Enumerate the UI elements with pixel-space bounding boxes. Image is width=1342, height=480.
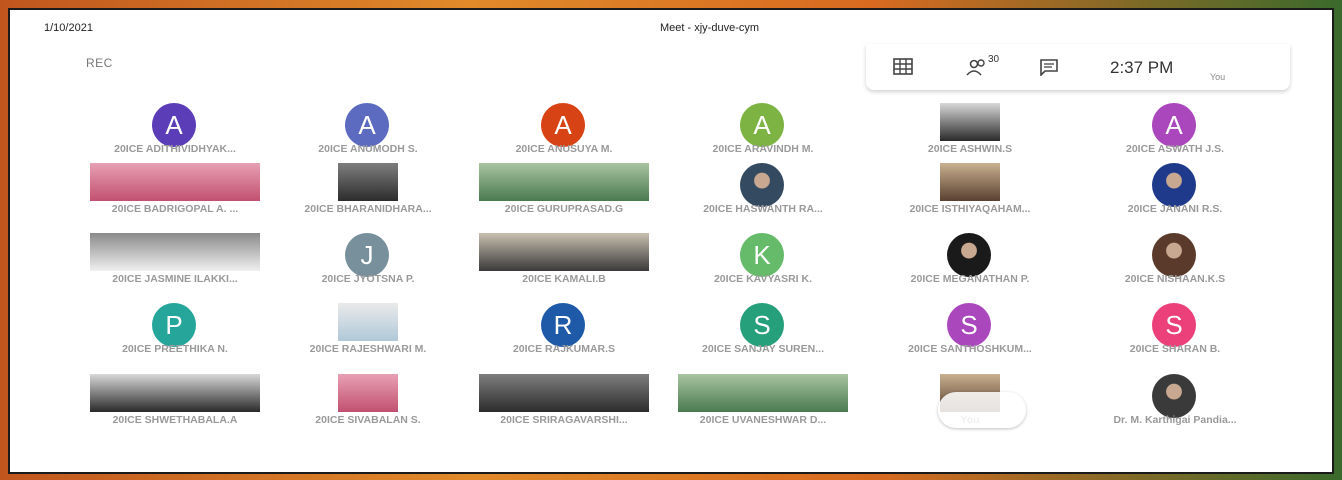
participant-avatar: S — [740, 303, 784, 347]
participant-name: 20ICE ISTHIYAQAHAM... — [909, 203, 1031, 215]
participant-tile[interactable]: J 20ICE JYOTSNA P. — [270, 233, 466, 303]
participant-name: 20ICE JASMINE ILAKKI... — [112, 273, 238, 285]
participant-name: 20ICE JANANI R.S. — [1127, 203, 1223, 215]
participant-name: 20ICE SRIRAGAVARSHI... — [500, 414, 628, 426]
participant-avatar: R — [541, 303, 585, 347]
participant-avatar: A — [541, 103, 585, 147]
chat-icon[interactable] — [1038, 58, 1060, 77]
participant-tile[interactable]: 20ICE GURUPRASAD.G — [466, 163, 662, 233]
participant-tile[interactable]: 20ICE SIVABALAN S. — [270, 374, 466, 444]
people-icon[interactable] — [966, 58, 988, 76]
participant-tile[interactable]: 20ICE NISHAAN.K.S — [1077, 233, 1273, 303]
participant-name: 20ICE ASHWIN.S — [927, 143, 1013, 155]
participant-tile[interactable]: R 20ICE RAJKUMAR.S — [466, 303, 662, 373]
participant-tile[interactable]: P 20ICE PREETHIKA N. — [77, 303, 273, 373]
participant-name: 20ICE SHWETHABALA.A — [112, 414, 238, 426]
participant-tile[interactable]: 20ICE BHARANIDHARA... — [270, 163, 466, 233]
self-label: You — [1210, 72, 1226, 82]
participant-video — [90, 163, 260, 201]
participant-avatar: J — [345, 233, 389, 277]
participant-tile[interactable]: 20ICE UVANESHWAR D... — [665, 374, 861, 444]
participant-tile[interactable]: 20ICE RAJESHWARI M. — [270, 303, 466, 373]
participant-tile[interactable]: 20ICE JANANI R.S. — [1077, 163, 1273, 233]
participant-video — [338, 303, 398, 341]
participant-avatar: K — [740, 233, 784, 277]
participant-avatar: S — [1152, 303, 1196, 347]
participant-photo — [1152, 163, 1196, 207]
participant-name: 20ICE ANUSUYA M. — [515, 143, 613, 155]
participant-name: 20ICE KAMALI.B — [522, 273, 606, 285]
participant-name: 20ICE BHARANIDHARA... — [304, 203, 432, 215]
participant-video — [940, 103, 1000, 141]
participant-video — [338, 163, 398, 201]
participant-video — [338, 374, 398, 412]
participant-avatar: A — [345, 103, 389, 147]
clock-time: 2:37 PM — [1110, 58, 1174, 77]
participant-name: 20ICE UVANESHWAR D... — [699, 414, 827, 426]
participant-name: 20ICE SANTHOSHKUM... — [908, 343, 1032, 355]
meeting-title: Meet - xjy-duve-cym — [660, 22, 760, 34]
participant-video — [90, 233, 260, 271]
participant-avatar: A — [152, 103, 196, 147]
participant-name: 20ICE SHARAN B. — [1129, 343, 1221, 355]
participant-tile[interactable]: S 20ICE SHARAN B. — [1077, 303, 1273, 373]
participant-tile[interactable]: 20ICE JASMINE ILAKKI... — [77, 233, 273, 303]
participant-video — [479, 233, 649, 271]
participant-tile[interactable]: 20ICE MEGANATHAN P. — [872, 233, 1068, 303]
date-label: 1/10/2021 — [44, 22, 93, 34]
participant-avatar: S — [947, 303, 991, 347]
participant-name: 20ICE RAJKUMAR.S — [512, 343, 616, 355]
participant-tile[interactable]: 20ICE HASWANTH RA... — [665, 163, 861, 233]
participant-video — [940, 163, 1000, 201]
participant-name: 20ICE SANJAY SUREN... — [702, 343, 824, 355]
participant-name: 20ICE NISHAAN.K.S — [1124, 273, 1226, 285]
grid-layout-icon[interactable] — [892, 58, 914, 76]
participant-name: 20ICE PREETHIKA N. — [122, 343, 228, 355]
participant-avatar: A — [740, 103, 784, 147]
participant-name: 20ICE SIVABALAN S. — [315, 414, 421, 426]
participant-name: Dr. M. Karthigai Pandia... — [1113, 414, 1237, 426]
participant-photo — [947, 233, 991, 277]
participant-name: 20ICE KAVYASRI K. — [713, 273, 813, 285]
participant-name: 20ICE HASWANTH RA... — [703, 203, 823, 215]
participant-tile[interactable]: 20ICE ISTHIYAQAHAM... — [872, 163, 1068, 233]
participant-tile[interactable]: 20ICE SHWETHABALA.A — [77, 374, 273, 444]
participant-tile[interactable]: K 20ICE KAVYASRI K. — [665, 233, 861, 303]
participant-photo — [1152, 374, 1196, 418]
participant-name: 20ICE JYOTSNA P. — [321, 273, 415, 285]
participant-tile[interactable]: S 20ICE SANJAY SUREN... — [665, 303, 861, 373]
self-view-controls[interactable] — [938, 392, 1026, 428]
participant-video — [479, 163, 649, 201]
participant-avatar: A — [1152, 103, 1196, 147]
meeting-toolbar: 30 2:37 PM You — [866, 44, 1290, 90]
participant-name: 20ICE ASWATH J.S. — [1125, 143, 1225, 155]
participant-video — [678, 374, 848, 412]
participant-name: 20ICE MEGANATHAN P. — [910, 273, 1030, 285]
participant-avatar: P — [152, 303, 196, 347]
participant-tile[interactable]: Dr. M. Karthigai Pandia... — [1077, 374, 1273, 444]
participant-tile[interactable]: S 20ICE SANTHOSHKUM... — [872, 303, 1068, 373]
participant-photo — [740, 163, 784, 207]
participant-name: 20ICE ANUMODH S. — [318, 143, 418, 155]
participant-name: 20ICE BADRIGOPAL A. ... — [111, 203, 239, 215]
participant-photo — [1152, 233, 1196, 277]
participant-count: 30 — [988, 54, 1000, 65]
participant-video — [90, 374, 260, 412]
participant-tile[interactable]: 20ICE SRIRAGAVARSHI... — [466, 374, 662, 444]
participant-name: 20ICE GURUPRASAD.G — [504, 203, 624, 215]
participant-name: 20ICE ARAVINDH M. — [712, 143, 814, 155]
participant-tile[interactable]: 20ICE KAMALI.B — [466, 233, 662, 303]
participant-name: 20ICE ADITHIVIDHYAK... — [114, 143, 236, 155]
participant-tile[interactable]: 20ICE BADRIGOPAL A. ... — [77, 163, 273, 233]
participant-name: 20ICE RAJESHWARI M. — [309, 343, 427, 355]
recording-indicator: REC — [86, 56, 113, 70]
participant-video — [479, 374, 649, 412]
